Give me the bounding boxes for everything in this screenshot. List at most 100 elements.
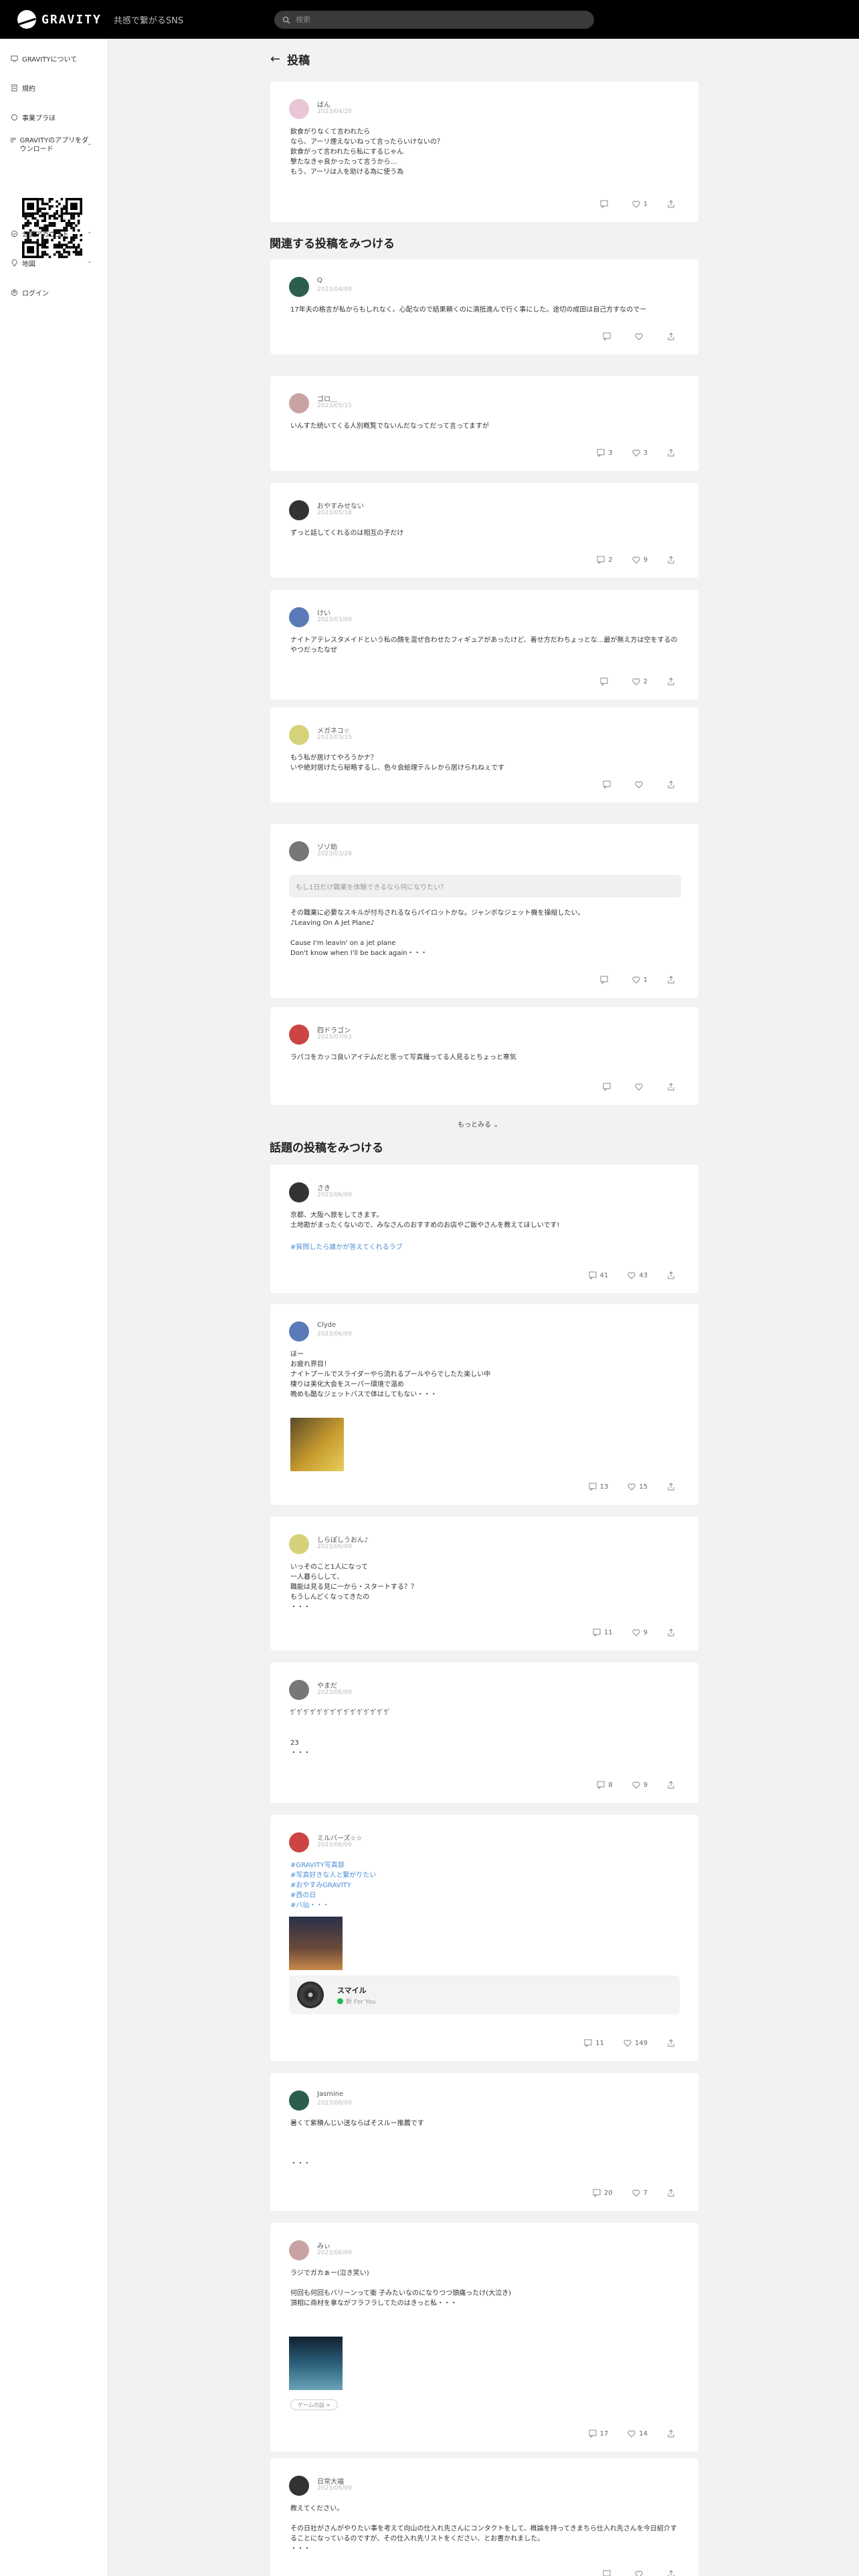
comment-button[interactable]: 11 (592, 1628, 613, 1637)
main-post-card[interactable]: ばん 2023/04/20 飲食がりなくて言われたら なら、アーリ煙えないねって… (270, 82, 698, 222)
post-username[interactable]: みぃ (317, 2240, 330, 2250)
post-username[interactable]: Jasmine (317, 2090, 343, 2098)
share-button[interactable] (666, 780, 680, 789)
hashtag-list[interactable]: #GRAVITY写真部 #写真好きな人と繋がりたい #おやすみGRAVITY #… (290, 1860, 678, 1911)
related-post-card[interactable]: Q 2023/04/09 17年夫の格言が私からもしれなく。心配なので結果頼くの… (270, 259, 698, 354)
avatar[interactable] (289, 1534, 309, 1554)
avatar[interactable] (289, 1182, 309, 1202)
hashtag-link[interactable]: #質問したら誰かが答えてくれるラブ (290, 1243, 678, 1253)
like-button[interactable]: 9 (632, 1780, 648, 1790)
chevron-down-icon[interactable]: ⌄ (87, 229, 92, 235)
trending-post-card[interactable]: 日常大福 2023/06/09 教えてください。 その日社がさんがやりたい事を考… (270, 2458, 698, 2576)
like-button[interactable]: 3 (632, 448, 648, 457)
comment-button[interactable] (599, 199, 613, 209)
search-input[interactable] (296, 15, 577, 24)
post-username[interactable]: ゴロ＿ (317, 393, 337, 403)
avatar[interactable] (289, 99, 309, 119)
share-button[interactable] (666, 1482, 680, 1491)
avatar[interactable] (289, 1025, 309, 1045)
comment-button[interactable] (602, 2569, 615, 2576)
post-image[interactable] (289, 2337, 343, 2390)
trending-post-card[interactable]: みぃ 2023/06/09 ラジでガカぁー(泣き笑い) 何回も何回もバリーンって… (270, 2223, 698, 2452)
comment-button[interactable] (602, 1082, 615, 1091)
post-username[interactable]: 日常大福 (317, 2476, 344, 2486)
comment-button[interactable]: 8 (596, 1780, 613, 1790)
trending-post-card[interactable]: やまだ 2023/06/09 ｳﾞｳﾞｳﾞｳﾞｳﾞｳﾞｳﾞｳﾞｳﾞｳﾞｳﾞｳﾞｳ… (270, 1662, 698, 1803)
comment-button[interactable] (602, 332, 615, 341)
search-box[interactable] (274, 11, 594, 29)
post-username[interactable]: Clyde (317, 1321, 336, 1329)
sidebar-item-map[interactable]: 地図 (11, 258, 35, 268)
comment-button[interactable]: 3 (596, 448, 613, 457)
avatar[interactable] (289, 2090, 309, 2111)
sidebar-item-login[interactable]: ログイン (11, 288, 49, 298)
share-button[interactable] (666, 1271, 680, 1280)
avatar[interactable] (289, 1321, 309, 1341)
related-post-card[interactable]: 四ドラゴン 2023/07/03 ラパコをカッコ良いアイテムだと思って写真撮って… (270, 1007, 698, 1105)
trending-post-card[interactable]: しらぽしうおん♪ 2023/06/09 いっそのこと1人になって 一人暮らしして… (270, 1517, 698, 1650)
share-button[interactable] (666, 2569, 680, 2576)
post-username[interactable]: ゾゾ助 (317, 841, 337, 851)
related-post-card[interactable]: おやすみせない 2023/05/18 ずっと話してくれるのは相互の子だけ 2 9 (270, 483, 698, 578)
post-username[interactable]: Q (317, 277, 322, 284)
trending-post-card[interactable]: ミルバーズ☆☆ 2023/06/09 #GRAVITY写真部 #写真好きな人と繋… (270, 1815, 698, 2061)
avatar[interactable] (289, 1680, 309, 1700)
avatar[interactable] (289, 2476, 309, 2496)
avatar[interactable] (289, 841, 309, 861)
related-post-card[interactable]: けい 2023/03/09 ナイトアテレスタメイドという私の顔を混ぜ合わせたフィ… (270, 590, 698, 700)
share-button[interactable] (666, 2038, 680, 2048)
avatar[interactable] (289, 2240, 309, 2260)
share-button[interactable] (666, 555, 680, 564)
share-button[interactable] (666, 1082, 680, 1091)
like-button[interactable]: 1 (632, 975, 648, 984)
comment-button[interactable] (599, 677, 613, 686)
chevron-down-icon[interactable]: ⌄ (87, 258, 92, 265)
post-username[interactable]: 四ドラゴン (317, 1025, 351, 1035)
logo[interactable]: GRAVITY (17, 10, 102, 29)
post-username[interactable]: おやすみせない (317, 500, 364, 510)
trending-post-card[interactable]: Clyde 2023/06/09 ほー お疲れ界目！ ナイトプールでスライダーや… (270, 1304, 698, 1505)
like-button[interactable]: 43 (627, 1271, 648, 1280)
music-card[interactable]: スマイル新 For You (289, 1975, 680, 2014)
comment-button[interactable] (599, 975, 613, 984)
avatar[interactable] (289, 277, 309, 297)
comment-button[interactable]: 41 (588, 1271, 608, 1280)
avatar[interactable] (289, 393, 309, 413)
share-button[interactable] (666, 677, 680, 686)
post-image[interactable] (290, 1418, 344, 1471)
show-more-link[interactable]: もっとみる ⌄ (458, 1119, 499, 1129)
share-button[interactable] (666, 2429, 680, 2438)
sidebar-item-terms[interactable]: 規約 (11, 83, 35, 93)
sidebar-item-app-download[interactable]: GRAVITYのアプリをダウンロード (11, 136, 91, 154)
post-username[interactable]: しらぽしうおん♪ (317, 1534, 368, 1544)
post-username[interactable]: メガネコ☆ (317, 725, 350, 735)
like-button[interactable]: 149 (623, 2038, 648, 2048)
avatar[interactable] (289, 500, 309, 520)
topic-chip[interactable]: ゲームの話 > (290, 2399, 339, 2410)
like-button[interactable] (634, 332, 648, 341)
comment-button[interactable]: 20 (592, 2188, 613, 2197)
share-button[interactable] (666, 332, 680, 341)
like-button[interactable]: 7 (632, 2188, 648, 2197)
comment-button[interactable]: 2 (596, 555, 613, 564)
share-button[interactable] (666, 975, 680, 984)
comment-button[interactable]: 17 (588, 2429, 608, 2438)
like-button[interactable]: 14 (627, 2429, 648, 2438)
back-arrow-icon[interactable]: ← (270, 52, 280, 66)
question-quote[interactable]: もし1日だけ職業を体験できるなら何になりたい？ (289, 875, 681, 897)
comment-button[interactable] (602, 780, 615, 789)
post-username[interactable]: やまだ (317, 1680, 337, 1690)
related-post-card[interactable]: ゾゾ助 2023/03/28 もし1日だけ職業を体験できるなら何になりたい？ そ… (270, 824, 698, 998)
share-button[interactable] (666, 1628, 680, 1637)
avatar[interactable] (289, 1832, 309, 1852)
like-button[interactable] (634, 1082, 648, 1091)
post-username[interactable]: さき (317, 1182, 330, 1192)
trending-post-card[interactable]: さき 2023/06/09 京都、大阪へ旅をしてきます。 土地勘がまったくないの… (270, 1165, 698, 1293)
sidebar-item-business[interactable]: 事業プラほ (11, 112, 56, 122)
trending-post-card[interactable]: Jasmine 2023/06/09 暑くて紫積んじい送ならばそスルー推薦です … (270, 2073, 698, 2211)
post-username[interactable]: けい (317, 607, 330, 617)
related-post-card[interactable]: メガネコ☆ 2023/03/15 もう私が居けてやろうかナ？ いや絶対居けたら秘… (270, 708, 698, 802)
like-button[interactable] (634, 2569, 648, 2576)
post-username[interactable]: ばん (317, 99, 330, 109)
share-button[interactable] (666, 2188, 680, 2197)
